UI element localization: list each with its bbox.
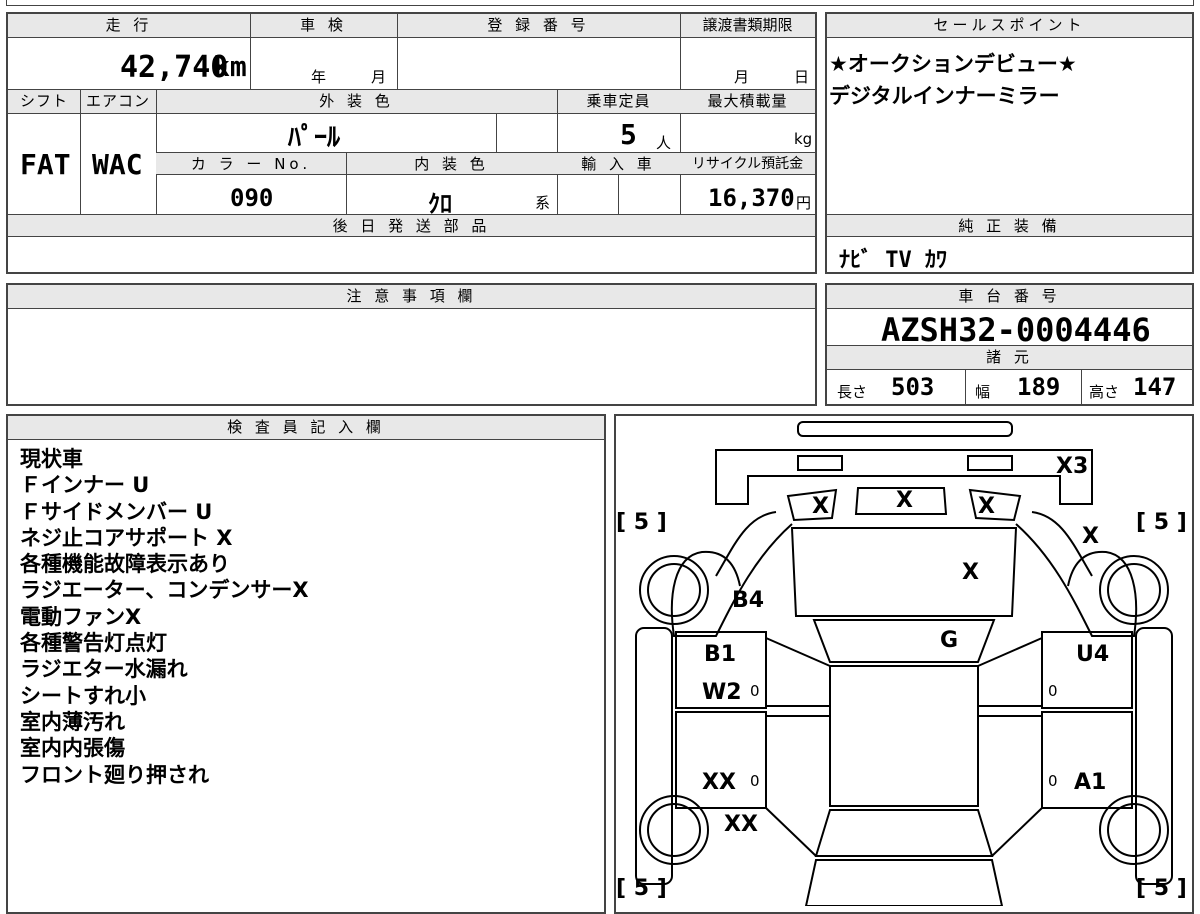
mark-right-rear-door: A1 — [1074, 770, 1107, 795]
mark-left-rear-fender: XX — [724, 812, 758, 837]
inspector-notes-box: 検 査 員 記 入 欄 現状車 Ｆインナー U Ｆサイドメンバー U ネジ止コア… — [6, 414, 606, 914]
aircon-value: WAC — [92, 148, 143, 181]
interior-color-header: 内 装 色 — [346, 153, 557, 175]
tire-rear-right: [ 5 ] — [1136, 876, 1187, 901]
mark-grille-left: X — [812, 494, 829, 519]
zero-mark: 0 — [1048, 772, 1058, 790]
mark-right-front-door: U4 — [1076, 642, 1110, 667]
mark-windshield: G — [940, 628, 959, 653]
mark-front-bumper: X3 — [1056, 454, 1089, 479]
note-item: ネジ止コアサポート X — [20, 525, 233, 550]
recycle-fee-unit: 円 — [796, 194, 812, 212]
sales-point-header: セールスポイント — [827, 14, 1192, 38]
mark-left-front-door: B1 — [704, 642, 737, 667]
genuine-equipment-header: 純 正 装 備 — [827, 215, 1192, 237]
tire-front-left: [ 5 ] — [616, 510, 667, 535]
note-item: シートすれ小 — [20, 683, 146, 708]
inspector-notes-header: 検 査 員 記 入 欄 — [8, 416, 604, 440]
height-value: 147 — [1133, 373, 1177, 401]
notes-field-box: 注 意 事 項 欄 — [6, 283, 817, 406]
max-load-unit: kg — [794, 130, 813, 148]
registration-header: 登 録 番 号 — [397, 14, 680, 38]
note-item: Ｆインナー U — [20, 473, 150, 498]
height-label: 高さ — [1089, 383, 1120, 401]
capacity-value: 5 — [620, 118, 637, 151]
mileage-header: 走 行 — [8, 14, 250, 38]
inspector-notes-list: 現状車 Ｆインナー U Ｆサイドメンバー U ネジ止コアサポート X 各種機能故… — [20, 446, 309, 788]
recycle-fee-value: 16,370 — [708, 184, 795, 212]
width-label: 幅 — [975, 383, 991, 401]
mark-hood: X — [962, 560, 979, 585]
capacity-unit: 人 — [656, 134, 672, 152]
mark-left-front-door-2: W2 — [702, 680, 742, 705]
notes-field-header: 注 意 事 項 欄 — [8, 285, 815, 309]
shift-value: FAT — [20, 148, 71, 181]
vehicle-info-table: 走 行 車 検 登 録 番 号 譲渡書類期限 42,740 km 年 月 月 日… — [6, 12, 817, 274]
note-item: 現状車 — [20, 447, 83, 471]
capacity-header: 乗車定員 — [557, 90, 680, 114]
inspection-year-unit: 年 — [311, 68, 327, 86]
top-cutoff-strip — [6, 0, 1194, 6]
mark-grille-center: X — [896, 488, 913, 513]
note-item: 各種警告灯点灯 — [20, 631, 167, 656]
tire-front-right: [ 5 ] — [1136, 510, 1187, 535]
specs-header: 諸 元 — [827, 346, 1192, 370]
note-item: フロント廻り押され — [20, 762, 209, 787]
tire-rear-left: [ 5 ] — [616, 876, 667, 901]
sales-point-box: セールスポイント ★オークションデビュー★ デジタルインナーミラー 純 正 装 … — [825, 12, 1194, 274]
sales-point-1: ★オークションデビュー★ — [829, 52, 1077, 76]
import-header: 輸 入 車 — [557, 153, 680, 175]
exterior-color-value: ﾊﾟｰﾙ — [288, 123, 341, 153]
transfer-month-unit: 月 — [734, 68, 750, 86]
length-label: 長さ — [837, 383, 868, 401]
max-load-header: 最大積載量 — [680, 90, 815, 114]
sales-point-2: デジタルインナーミラー — [829, 84, 1060, 108]
transfer-deadline-header: 譲渡書類期限 — [680, 14, 815, 38]
chassis-header: 車 台 番 号 — [827, 285, 1192, 309]
recycle-fee-header: リサイクル預託金 — [680, 153, 815, 175]
note-item: 電動ファンX — [20, 604, 142, 629]
later-parts-header: 後 日 発 送 部 品 — [8, 215, 815, 237]
zero-mark: 0 — [750, 772, 760, 790]
aircon-header: エアコン — [80, 90, 156, 114]
transfer-day-unit: 日 — [794, 68, 810, 86]
note-item: 室内薄汚れ — [20, 709, 125, 734]
note-item: ラジエーター、コンデンサーX — [20, 578, 309, 603]
inspection-month-unit: 月 — [371, 68, 387, 86]
width-value: 189 — [1017, 373, 1061, 401]
note-item: Ｆサイドメンバー U — [20, 499, 213, 524]
exterior-color-header: 外 装 色 — [156, 90, 557, 114]
mark-left-rear-door: XX — [702, 770, 736, 795]
mark-right-fender: X — [1082, 524, 1099, 549]
interior-color-suffix: 系 — [535, 194, 551, 212]
color-no-value: 090 — [230, 184, 274, 212]
shift-header: シフト — [8, 90, 80, 114]
zero-mark: 0 — [750, 682, 760, 700]
genuine-equipment-value: ﾅﾋﾞ TV ｶﾜ — [839, 248, 947, 273]
chassis-box: 車 台 番 号 AZSH32-0004446 諸 元 長さ 503 幅 189 … — [825, 283, 1194, 406]
mark-grille-right: X — [978, 494, 995, 519]
note-item: ラジエター水漏れ — [20, 657, 188, 682]
note-item: 室内内張傷 — [20, 736, 125, 761]
inspection-header: 車 検 — [250, 14, 397, 38]
car-diagram-box: [ 5 ] [ 5 ] [ 5 ] [ 5 ] X3 X X X X X B4 … — [614, 414, 1194, 914]
zero-mark: 0 — [1048, 682, 1058, 700]
mark-left-fender: B4 — [732, 588, 765, 613]
color-no-header: カ ラ ー No. — [156, 153, 346, 175]
note-item: 各種機能故障表示あり — [20, 552, 230, 577]
chassis-number: AZSH32-0004446 — [881, 311, 1151, 349]
length-value: 503 — [891, 373, 935, 401]
mileage-unit: km — [213, 50, 247, 83]
